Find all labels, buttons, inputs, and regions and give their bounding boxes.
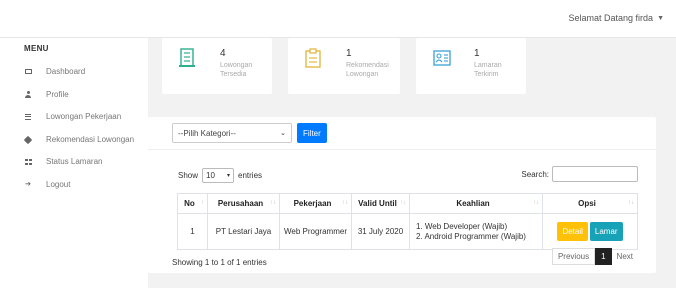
sidebar-item-label: Rekomendasi Lowongan	[46, 135, 135, 144]
sort-icon: ↑↓	[628, 200, 634, 206]
column-header-label: Perusahaan	[217, 199, 264, 208]
stat-label-line: Lamaran	[474, 62, 502, 69]
entries-length-control: Show 10 ▾ entries	[178, 168, 262, 183]
menu-title: MENU	[24, 44, 49, 53]
column-header-pekerjaan[interactable]: Pekerjaan ↑↓	[279, 193, 352, 214]
stat-label-line: Terkirim	[474, 71, 499, 78]
column-header-perusahaan[interactable]: Perusahaan ↑↓	[207, 193, 280, 214]
column-header-opsi[interactable]: Opsi ↑↓	[542, 193, 638, 214]
sidebar: MENU Dashboard Profile Lowongan Pekerjaa…	[0, 38, 148, 288]
column-header-label: Opsi	[578, 199, 596, 208]
table-info: Showing 1 to 1 of 1 entries	[172, 258, 267, 267]
stat-label: Lamaran Terkirim	[474, 61, 502, 79]
building-icon	[179, 48, 195, 67]
sort-icon: ↑	[201, 200, 204, 206]
column-header-label: Valid Until	[358, 199, 397, 208]
filter-button[interactable]: Filter	[297, 123, 327, 143]
skill-item: 2. Android Programmer (Wajib)	[416, 231, 526, 241]
stat-label: Lowongan Tersedia	[220, 61, 252, 79]
sidebar-item-label: Status Lamaran	[46, 157, 103, 166]
greeting-text: Selamat Datang firda	[568, 13, 654, 23]
cell-no: 1	[177, 213, 208, 250]
pagination: Previous 1 Next	[551, 248, 638, 265]
previous-page-button[interactable]: Previous	[551, 248, 596, 265]
table-row: 1 PT Lestari Jaya Web Programmer 31 July…	[177, 213, 638, 250]
jobs-table: No ↑ Perusahaan ↑↓ Pekerjaan ↑↓ Valid Until…	[177, 193, 638, 250]
page-button-1[interactable]: 1	[595, 248, 612, 265]
detail-button[interactable]: Detail	[557, 222, 588, 241]
logout-icon: ➔	[25, 181, 31, 188]
filter-bar: --Pilih Kategori-- ⌄ Filter	[172, 123, 327, 143]
column-header-keahlian[interactable]: Keahlian ↑↓	[409, 193, 543, 214]
sort-icon: ↑↓	[533, 200, 539, 206]
user-menu[interactable]: Selamat Datang firda ▼	[569, 13, 664, 23]
sort-icon: ↑↓	[270, 200, 276, 206]
grid-icon	[24, 158, 32, 166]
entries-select[interactable]: 10 ▾	[202, 168, 235, 183]
stat-card-lowongan: 4 Lowongan Tersedia	[162, 38, 272, 94]
apply-button[interactable]: Lamar	[589, 222, 623, 241]
stat-value: 1	[346, 48, 352, 59]
category-select-value: --Pilih Kategori--	[178, 128, 236, 138]
stat-card-lamaran: 1 Lamaran Terkirim	[416, 38, 526, 94]
sort-icon: ↑↓	[400, 200, 406, 206]
entries-select-value: 10	[206, 171, 215, 180]
table-search: Search:	[521, 166, 638, 182]
cell-job: Web Programmer	[279, 213, 352, 250]
chevron-down-icon: ▾	[227, 173, 231, 179]
sidebar-item-status-lamaran[interactable]: Status Lamaran	[24, 157, 102, 166]
category-select[interactable]: --Pilih Kategori-- ⌄	[172, 123, 292, 143]
column-header-valid-until[interactable]: Valid Until ↑↓	[351, 193, 410, 214]
column-header-label: Pekerjaan	[293, 199, 332, 208]
caret-down-icon: ▼	[657, 14, 664, 22]
entries-label: entries	[238, 171, 263, 180]
sidebar-item-label: Logout	[46, 180, 71, 189]
dashboard-icon	[24, 68, 32, 76]
table-header-row: No ↑ Perusahaan ↑↓ Pekerjaan ↑↓ Valid Until…	[177, 193, 638, 214]
stat-value: 4	[220, 48, 226, 59]
cell-skills: 1. Web Developer (Wajib) 2. Android Prog…	[409, 213, 543, 250]
cell-company: PT Lestari Jaya	[207, 213, 280, 250]
show-label: Show	[178, 171, 199, 180]
user-icon	[24, 91, 32, 99]
column-header-label: No	[184, 199, 195, 208]
next-page-button[interactable]: Next	[612, 248, 638, 265]
sort-icon: ↑↓	[342, 200, 348, 206]
list-icon	[24, 113, 32, 121]
chevron-down-icon: ⌄	[280, 130, 286, 137]
clipboard-icon	[305, 48, 321, 68]
search-input[interactable]	[552, 166, 638, 182]
cell-valid-until: 31 July 2020	[351, 213, 410, 250]
tag-icon	[23, 135, 33, 144]
top-navbar: Selamat Datang firda ▼	[0, 0, 676, 38]
stat-label-line: Lowongan	[220, 62, 253, 69]
skill-item: 1. Web Developer (Wajib)	[416, 221, 508, 231]
stat-label-line: Rekomendasi	[346, 62, 389, 69]
sidebar-item-label: Profile	[46, 90, 69, 99]
stat-label: Rekomendasi Lowongan	[346, 61, 389, 79]
sidebar-item-rekomendasi-lowongan[interactable]: Rekomendasi Lowongan	[23, 135, 135, 144]
stat-label-line: Lowongan	[346, 71, 379, 78]
search-label: Search:	[521, 169, 549, 179]
cell-actions: Detail Lamar	[542, 213, 638, 250]
sidebar-item-lowongan-pekerjaan[interactable]: Lowongan Pekerjaan	[24, 112, 121, 121]
stat-label-line: Tersedia	[220, 71, 247, 78]
sidebar-item-label: Dashboard	[46, 67, 86, 76]
stat-card-rekomendasi: 1 Rekomendasi Lowongan	[288, 38, 400, 94]
sidebar-item-profile[interactable]: Profile	[24, 90, 69, 99]
sidebar-item-label: Lowongan Pekerjaan	[46, 112, 122, 121]
column-header-no[interactable]: No ↑	[177, 193, 208, 214]
job-list-card: --Pilih Kategori-- ⌄ Filter Show 10 ▾ en…	[148, 117, 656, 273]
id-card-icon	[433, 50, 451, 66]
column-header-label: Keahlian	[456, 199, 490, 208]
sidebar-item-dashboard[interactable]: Dashboard	[24, 67, 85, 76]
sidebar-item-logout[interactable]: ➔ Logout	[24, 180, 70, 189]
divider	[148, 149, 656, 150]
stat-value: 1	[474, 48, 480, 59]
